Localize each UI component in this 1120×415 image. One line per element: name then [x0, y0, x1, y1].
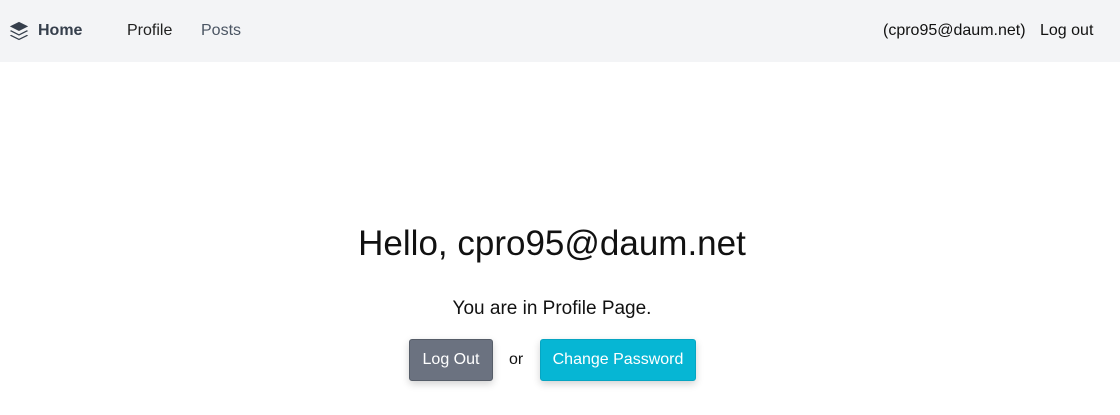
top-navbar: Home Profile Posts (cpro95@daum.net) Log… — [0, 0, 1120, 62]
layers-icon — [8, 20, 30, 42]
greeting-heading: Hello, cpro95@daum.net — [358, 224, 746, 263]
or-separator-text: or — [509, 351, 524, 368]
nav-profile-link[interactable]: Profile — [127, 0, 172, 62]
user-email-text: (cpro95@daum.net) — [883, 22, 1026, 39]
nav-posts-link[interactable]: Posts — [201, 0, 241, 62]
profile-page-subtitle: You are in Profile Page. — [452, 298, 652, 319]
home-label: Home — [38, 22, 83, 39]
nav-logout-link[interactable]: Log out — [1040, 0, 1093, 62]
logout-button[interactable]: Log Out — [409, 339, 493, 381]
change-password-button[interactable]: Change Password — [540, 339, 696, 381]
home-link[interactable]: Home — [8, 0, 82, 62]
